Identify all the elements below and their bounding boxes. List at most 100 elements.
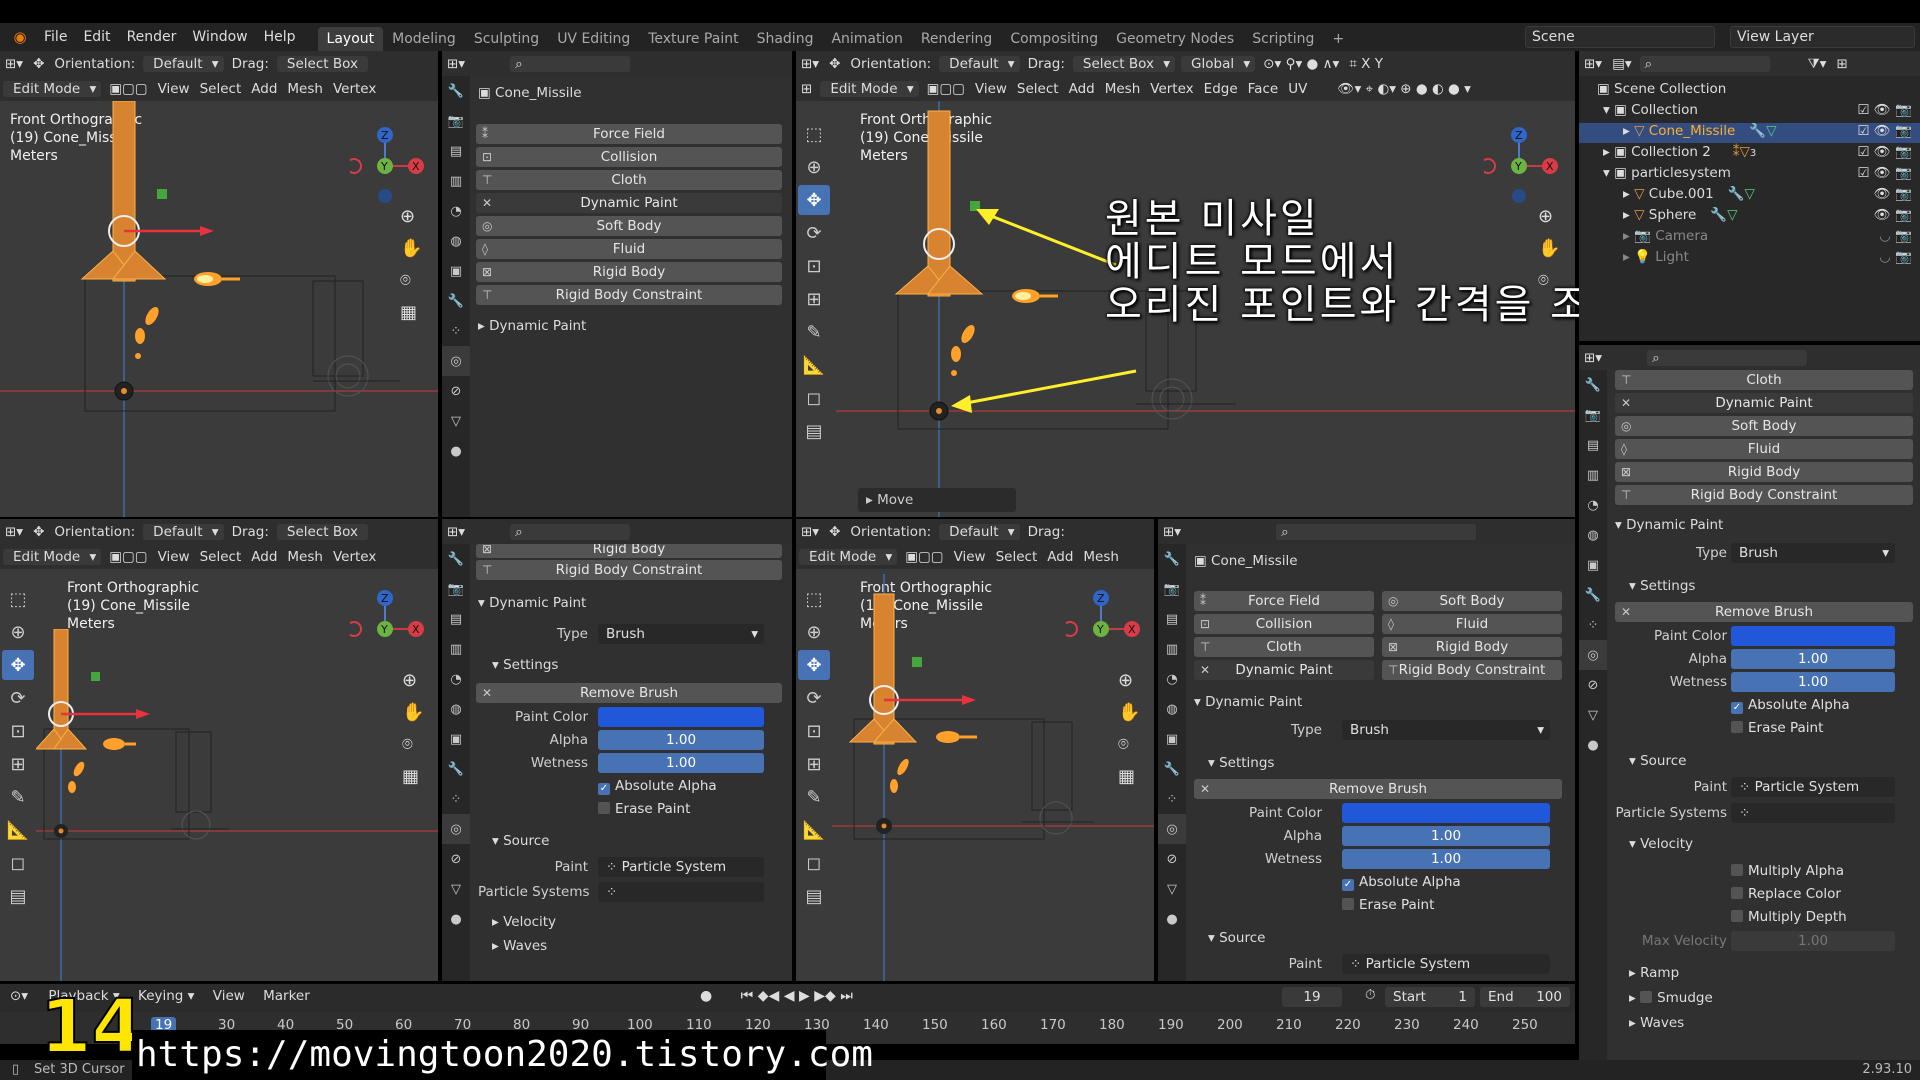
editor-type-icon[interactable]: ⊙▾ <box>10 988 32 1004</box>
menu-mesh[interactable]: Mesh <box>1100 81 1146 97</box>
soft-body-button[interactable]: ◎ Soft Body <box>1615 416 1913 436</box>
transform-orientation-dropdown[interactable]: Global ▾ <box>1181 55 1256 72</box>
blender-logo-icon[interactable]: ◉ <box>10 27 30 47</box>
menu-vertex[interactable]: Vertex <box>1145 81 1198 97</box>
rigid-body-constraint-button[interactable]: ⊤ Rigid Body Constraint <box>476 560 782 580</box>
dynamic-paint-panel-header[interactable]: ▾ Dynamic Paint <box>1194 694 1302 710</box>
visibility-icons[interactable]: ☑ 👁 📷 <box>1857 165 1912 181</box>
menu-edge[interactable]: Edge <box>1199 81 1243 97</box>
tool-tab-icon[interactable]: 🔧 <box>1579 370 1607 400</box>
play-reverse-icon[interactable]: ◀ <box>784 988 795 1004</box>
jump-key-back-icon[interactable]: ◆◀ <box>758 988 780 1004</box>
camera-icon[interactable]: ⌾ <box>400 265 422 297</box>
scene-tab-icon[interactable]: ◔ <box>442 196 470 226</box>
paint-source-dropdown[interactable]: ⁘ Particle System <box>1342 954 1550 974</box>
scene-tab-icon[interactable]: ◔ <box>1579 490 1607 520</box>
constraints-tab-icon[interactable]: ⊘ <box>442 844 470 874</box>
tool-tab-icon[interactable]: 🔧 <box>442 76 470 106</box>
jump-end-icon[interactable]: ⏭ <box>840 988 853 1004</box>
modifier-tab-icon[interactable]: 🔧 <box>442 286 470 316</box>
object-tab-icon[interactable]: ▣ <box>442 256 470 286</box>
select-mode-icons[interactable]: ▣▢▢ <box>900 549 948 565</box>
outliner-row-collection[interactable]: ▾ ▣ Collection ☑ 👁 📷 <box>1579 102 1920 122</box>
settings-subpanel-header[interactable]: ▾ Settings <box>1208 755 1274 771</box>
extrude-tool-icon[interactable]: ▤ <box>798 881 830 911</box>
material-tab-icon[interactable]: ● <box>442 904 470 934</box>
collision-button[interactable]: ⊡ Collision <box>476 147 782 167</box>
editor-type-icon[interactable]: ⊞▾ <box>0 524 28 540</box>
transform-tool-icon[interactable]: ⊞ <box>798 284 830 314</box>
mode-dropdown[interactable]: Edit Mode ▾ <box>820 80 919 97</box>
drag-dropdown[interactable]: Select Box <box>276 523 368 540</box>
pan-hand-icon[interactable]: ✋ <box>1118 697 1140 729</box>
play-icon[interactable]: ▶ <box>799 988 810 1004</box>
tab-uv-editing[interactable]: UV Editing <box>548 27 639 51</box>
overlay-shading-icons[interactable]: 👁▾ ⌖ ◐▾ ⊕ ● ◐ ● ▾ <box>1332 81 1476 97</box>
editor-type-icon[interactable]: ⊞▾ <box>442 524 470 540</box>
menu-add[interactable]: Add <box>1042 549 1078 565</box>
visibility-icons[interactable]: ◡ 📷 <box>1879 249 1912 265</box>
visibility-icons[interactable]: ◡ 📷 <box>1879 228 1912 244</box>
menu-view[interactable]: View <box>970 81 1012 97</box>
end-frame-field[interactable]: End 100 <box>1480 987 1570 1007</box>
menu-view[interactable]: View <box>949 549 991 565</box>
source-subpanel-header[interactable]: ▾ Source <box>492 833 549 849</box>
particle-systems-field[interactable]: ⁘ <box>1731 803 1895 823</box>
orientation-dropdown[interactable]: Default ▾ <box>939 523 1020 540</box>
data-tab-icon[interactable]: ▽ <box>1579 700 1607 730</box>
scene-tab-icon[interactable]: ◔ <box>442 664 470 694</box>
current-frame-field[interactable]: 19 <box>1282 987 1342 1007</box>
record-icon[interactable]: ● <box>700 988 712 1004</box>
navigation-gizmo[interactable]: Z X Y <box>1484 116 1564 206</box>
zoom-icon[interactable]: ⊕ <box>400 201 422 233</box>
grid-icon[interactable]: ▦ <box>402 761 424 793</box>
visibility-icons[interactable]: ☑ 👁 📷 <box>1857 144 1912 160</box>
alpha-field[interactable]: 1.00 <box>1342 826 1550 846</box>
grid-icon[interactable]: ▦ <box>400 297 422 329</box>
viewport-top-left[interactable]: ⊞▾ ✥ Orientation: Default ▾ Drag: Select… <box>0 51 438 517</box>
measure-tool-icon[interactable]: 📐 <box>2 815 34 845</box>
source-subpanel-header[interactable]: ▾ Source <box>1208 930 1265 946</box>
menu-mesh[interactable]: Mesh <box>282 549 328 565</box>
editor-type-icon[interactable]: ⊞▾ <box>442 56 470 72</box>
world-tab-icon[interactable]: ◍ <box>442 226 470 256</box>
pan-hand-icon[interactable]: ✋ <box>402 697 424 729</box>
paint-color-swatch[interactable] <box>1342 803 1550 823</box>
menu-select[interactable]: Select <box>991 549 1043 565</box>
world-tab-icon[interactable]: ◍ <box>1579 520 1607 550</box>
cursor-tool-icon[interactable]: ⊕ <box>798 152 830 182</box>
cursor-tool-icon[interactable]: ⊕ <box>798 617 830 647</box>
outliner-search[interactable]: ⌕ <box>1639 55 1770 72</box>
annotate-tool-icon[interactable]: ✎ <box>2 782 34 812</box>
tab-scripting[interactable]: Scripting <box>1243 27 1323 51</box>
tab-compositing[interactable]: Compositing <box>1001 27 1107 51</box>
type-dropdown[interactable]: Brush ▾ <box>1342 720 1550 740</box>
tool-tab-icon[interactable]: 🔧 <box>1158 544 1186 574</box>
filter-icon[interactable]: ⧩▾ <box>1803 56 1832 72</box>
mode-dropdown[interactable]: Edit Mode ▾ <box>3 548 102 565</box>
object-tab-icon[interactable]: ▣ <box>1158 724 1186 754</box>
menu-view[interactable]: View <box>153 81 195 97</box>
paint-color-swatch[interactable] <box>598 707 764 727</box>
particle-systems-field[interactable]: ⁘ <box>598 882 764 902</box>
fluid-button[interactable]: ◊ Fluid <box>1615 439 1913 459</box>
material-tab-icon[interactable]: ● <box>442 436 470 466</box>
physics-tab-icon[interactable]: ◎ <box>442 814 470 844</box>
jump-start-icon[interactable]: ⏮ <box>741 988 754 1004</box>
properties-search[interactable]: ⌕ <box>510 55 631 72</box>
replace-color-checkbox[interactable]: Replace Color <box>1731 886 1841 902</box>
editor-type-icon[interactable]: ⊞▾ <box>1158 524 1186 540</box>
output-tab-icon[interactable]: ▤ <box>442 604 470 634</box>
absolute-alpha-checkbox[interactable]: ✓ Absolute Alpha <box>598 778 717 795</box>
object-tab-icon[interactable]: ▣ <box>1579 550 1607 580</box>
menu-render[interactable]: Render <box>119 29 185 45</box>
menu-file[interactable]: File <box>36 29 75 45</box>
measure-tool-icon[interactable]: 📐 <box>798 350 830 380</box>
alpha-field[interactable]: 1.00 <box>598 730 764 750</box>
wetness-field[interactable]: 1.00 <box>1342 849 1550 869</box>
menu-marker[interactable]: Marker <box>263 988 310 1004</box>
tab-shading[interactable]: Shading <box>748 27 823 51</box>
multiply-alpha-checkbox[interactable]: Multiply Alpha <box>1731 863 1844 879</box>
clock-icon[interactable]: ⏱ <box>1365 987 1376 1003</box>
zoom-icon[interactable]: ⊕ <box>1118 665 1140 697</box>
